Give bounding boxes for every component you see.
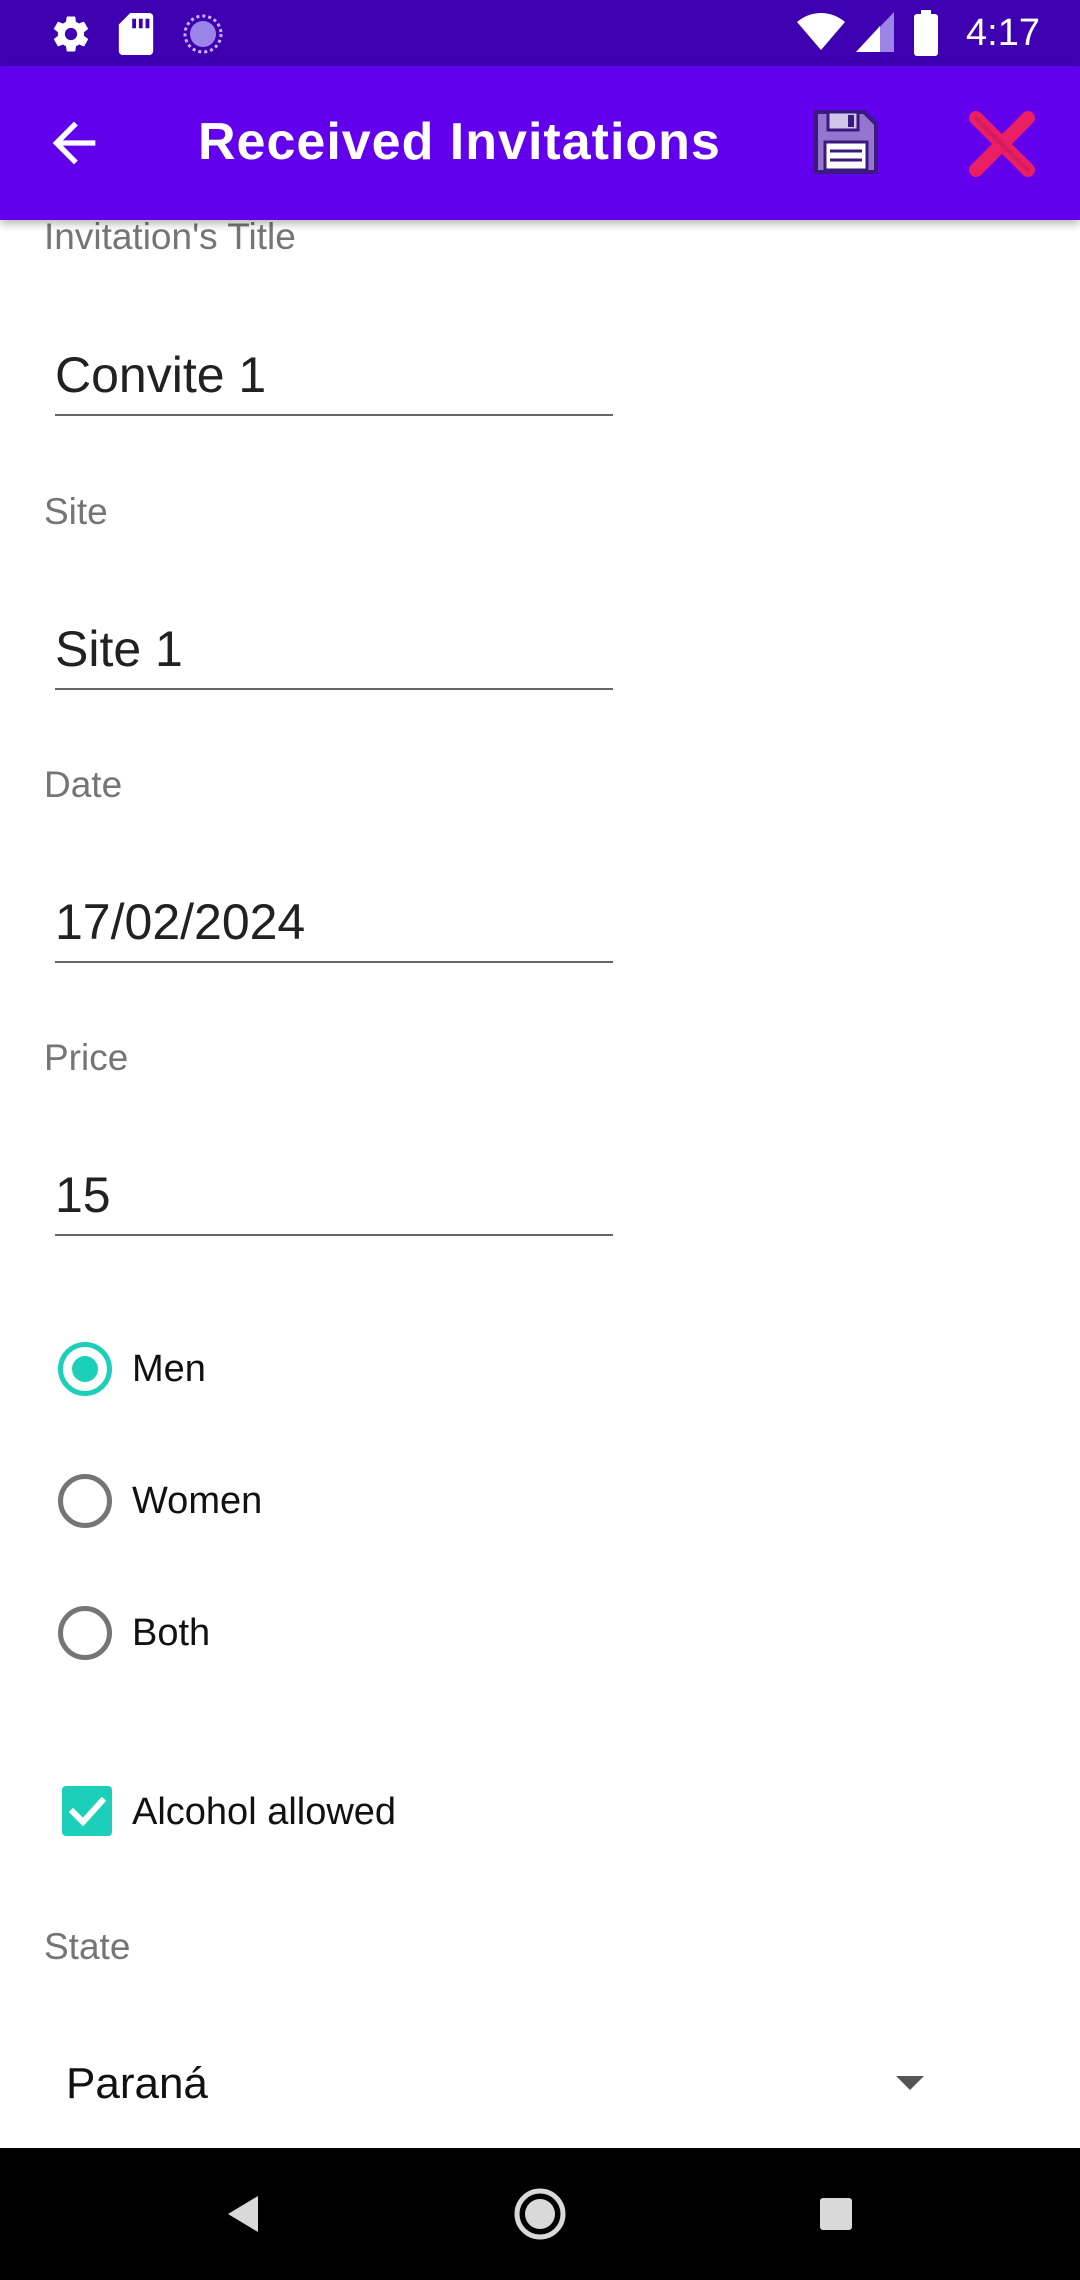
signal-icon [856, 12, 894, 52]
date-label: Date [44, 764, 123, 805]
radio-label: Men [132, 1348, 206, 1390]
radio-dot [72, 1356, 98, 1382]
date-input[interactable] [55, 883, 613, 963]
price-label: Price [44, 1037, 129, 1078]
price-input[interactable] [55, 1156, 613, 1236]
radio-button-checked[interactable] [58, 1342, 112, 1396]
state-dropdown[interactable]: Paraná [40, 2050, 940, 2120]
battery-icon [914, 10, 938, 56]
status-time: 4:17 [966, 12, 1040, 54]
radio-both[interactable]: Both [58, 1601, 658, 1665]
title-label: Invitation's Title [44, 216, 296, 257]
close-x-icon[interactable] [966, 108, 1038, 180]
checkmark-icon [68, 1796, 107, 1827]
page-title: Received Invitations [198, 113, 721, 171]
navigation-bar [0, 2148, 1080, 2280]
state-label: State [44, 1926, 131, 1967]
title-input[interactable] [55, 336, 613, 416]
checkbox-checked[interactable] [62, 1786, 112, 1836]
radio-button[interactable] [58, 1606, 112, 1660]
alcohol-label: Alcohol allowed [132, 1791, 397, 1833]
save-floppy-icon[interactable] [810, 106, 882, 178]
recents-square-icon[interactable] [806, 2184, 866, 2244]
back-arrow-icon[interactable] [42, 111, 106, 175]
status-bar: 4:17 [0, 0, 1080, 66]
radio-men[interactable]: Men [58, 1337, 658, 1401]
app-bar: Received Invitations [0, 66, 1080, 220]
radio-button[interactable] [58, 1474, 112, 1528]
radio-label: Women [132, 1480, 263, 1522]
state-value: Paraná [66, 2059, 208, 2108]
alcohol-checkbox[interactable]: Alcohol allowed [62, 1782, 662, 1842]
sd-card-icon [118, 13, 154, 55]
home-circle-icon[interactable] [510, 2184, 570, 2244]
site-label: Site [44, 491, 108, 532]
radio-women[interactable]: Women [58, 1469, 658, 1533]
back-triangle-icon[interactable] [214, 2184, 274, 2244]
screen: 4:17 Received Invitations Invitation's T… [0, 0, 1080, 2280]
radio-label: Both [132, 1612, 211, 1654]
loading-circle-icon [183, 14, 223, 54]
dropdown-arrow-icon[interactable] [896, 2076, 924, 2090]
settings-icon [53, 16, 89, 52]
wifi-icon [797, 13, 845, 50]
site-input[interactable] [55, 610, 613, 690]
